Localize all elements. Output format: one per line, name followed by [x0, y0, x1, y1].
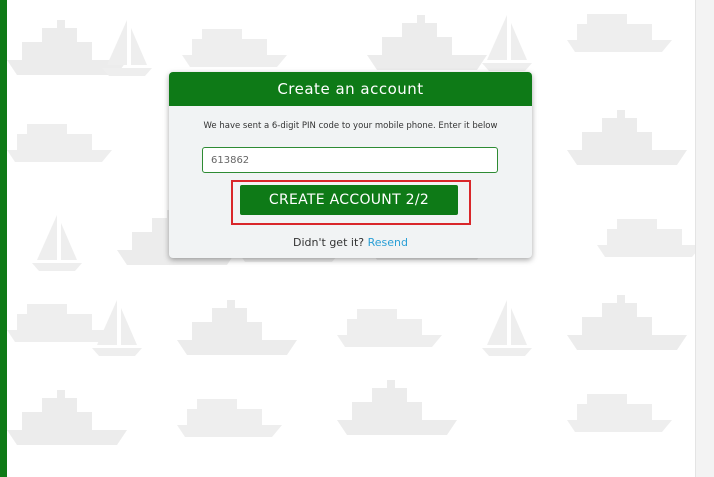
- card-title: Create an account: [169, 72, 532, 106]
- create-account-card: Create an account We have sent a 6-digit…: [169, 72, 532, 258]
- resend-prompt: Didn't get it?: [293, 236, 365, 249]
- left-accent-bar: [0, 0, 7, 477]
- resend-line: Didn't get it? Resend: [169, 236, 532, 249]
- resend-link[interactable]: Resend: [368, 236, 408, 249]
- scrollbar-track[interactable]: [695, 0, 714, 477]
- create-account-button[interactable]: CREATE ACCOUNT 2/2: [240, 185, 458, 215]
- pin-code-input[interactable]: [202, 147, 498, 173]
- pin-sent-message: We have sent a 6-digit PIN code to your …: [203, 121, 498, 131]
- page: Create an account We have sent a 6-digit…: [0, 0, 714, 477]
